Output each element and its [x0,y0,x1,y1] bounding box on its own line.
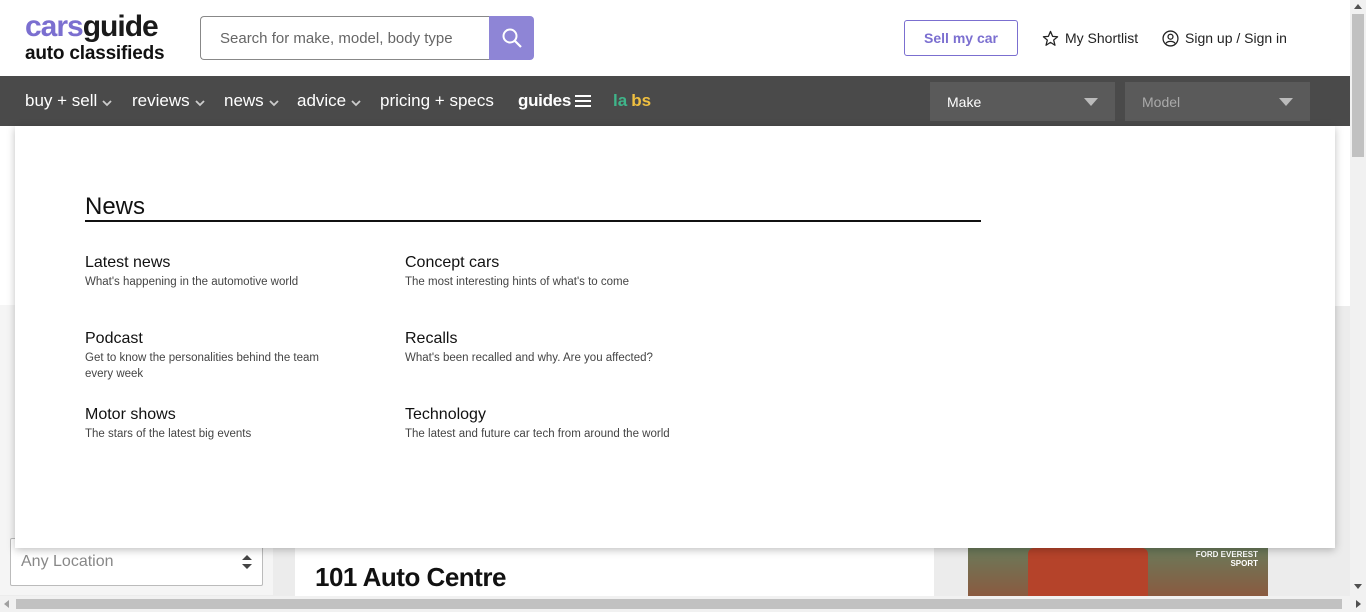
ad-text: FORD EVEREST SPORT [1195,550,1258,568]
nav-buy-sell[interactable]: buy + sell [25,76,113,126]
nav-guides-label: guides [518,91,571,110]
nav-labs-label-a: la [613,91,628,110]
mega-menu-divider [85,220,981,222]
nav-buy-sell-label: buy + sell [25,91,98,110]
chevron-down-icon [269,100,279,107]
hamburger-icon [575,95,591,107]
logo-subtitle: auto classifieds [25,43,165,64]
scroll-down-arrow-icon[interactable] [1354,584,1362,589]
menu-link-title: Latest news [85,254,171,271]
menu-link-technology[interactable]: Technology The latest and future car tec… [405,405,670,442]
nav-reviews[interactable]: reviews [132,76,206,126]
menu-link-title: Technology [405,406,486,423]
nav-news[interactable]: news [224,76,280,126]
mega-menu-title: News [85,193,146,220]
sort-arrows-icon [242,555,252,569]
nav-guides[interactable]: guides [518,76,591,126]
menu-link-latest-news[interactable]: Latest news What's happening in the auto… [85,253,350,290]
scroll-right-arrow-icon[interactable] [1356,600,1361,608]
location-select-value: Any Location [21,553,114,570]
horizontal-scroll-thumb[interactable] [16,599,1342,609]
dropdown-arrow-icon [1279,97,1293,106]
nav-labs[interactable]: la bs [613,76,651,126]
menu-link-desc: The stars of the latest big events [85,428,252,440]
news-mega-menu: News Latest news What's happening in the… [15,126,1335,548]
search-input[interactable] [200,16,490,60]
vertical-scroll-thumb[interactable] [1352,14,1364,157]
star-icon [1042,30,1059,46]
search-bar [200,16,534,60]
site-header: carsguide auto classifieds Sell my car M… [0,0,1350,76]
scroll-up-arrow-icon[interactable] [1354,4,1362,9]
dropdown-arrow-icon [1084,97,1098,106]
listing-title[interactable]: 101 Auto Centre [315,562,506,593]
signin-link[interactable]: Sign up / Sign in [1162,27,1287,49]
sell-my-car-button[interactable]: Sell my car [904,20,1018,56]
shortlist-link[interactable]: My Shortlist [1042,27,1138,49]
menu-link-desc: The most interesting hints of what's to … [405,276,629,288]
model-select-label: Model [1142,93,1181,110]
menu-link-title: Motor shows [85,406,176,423]
site-logo[interactable]: carsguide auto classifieds [25,10,175,68]
user-icon [1162,29,1179,47]
menu-link-motor-shows[interactable]: Motor shows The stars of the latest big … [85,405,350,442]
menu-link-title: Concept cars [405,254,500,271]
model-select[interactable]: Model [1125,82,1310,121]
scroll-left-arrow-icon[interactable] [4,600,9,608]
signin-label: Sign up / Sign in [1185,30,1287,46]
nav-pricing-specs[interactable]: pricing + specs [380,76,494,126]
make-select-label: Make [947,93,982,110]
menu-link-title: Recalls [405,330,458,347]
menu-link-desc: Get to know the personalities behind the… [85,352,319,380]
horizontal-scrollbar[interactable] [0,596,1366,612]
nav-advice-label: advice [297,91,347,110]
ad-car-image [1028,548,1148,596]
nav-advice[interactable]: advice [297,76,362,126]
nav-pricing-specs-label: pricing + specs [380,91,494,110]
search-icon [502,28,522,48]
logo-text-guide: guide [82,10,159,43]
menu-link-desc: The latest and future car tech from arou… [405,428,670,440]
menu-link-concept-cars[interactable]: Concept cars The most interesting hints … [405,253,670,290]
search-button[interactable] [489,16,534,60]
menu-link-podcast[interactable]: Podcast Get to know the personalities be… [85,329,350,382]
menu-link-title: Podcast [85,330,143,347]
chevron-down-icon [102,100,112,107]
make-select[interactable]: Make [930,82,1115,121]
vertical-scrollbar[interactable] [1350,0,1366,596]
shortlist-label: My Shortlist [1065,30,1139,46]
menu-link-desc: What's been recalled and why. Are you af… [405,352,653,364]
advertisement[interactable]: FORD EVEREST SPORT [968,548,1268,596]
menu-link-recalls[interactable]: Recalls What's been recalled and why. Ar… [405,329,670,366]
nav-news-label: news [224,91,264,110]
menu-link-desc: What's happening in the automotive world [85,276,299,288]
nav-reviews-label: reviews [132,91,190,110]
chevron-down-icon [351,100,361,107]
nav-labs-label-b: bs [631,91,652,110]
logo-text-cars: cars [25,10,84,43]
chevron-down-icon [194,100,205,107]
